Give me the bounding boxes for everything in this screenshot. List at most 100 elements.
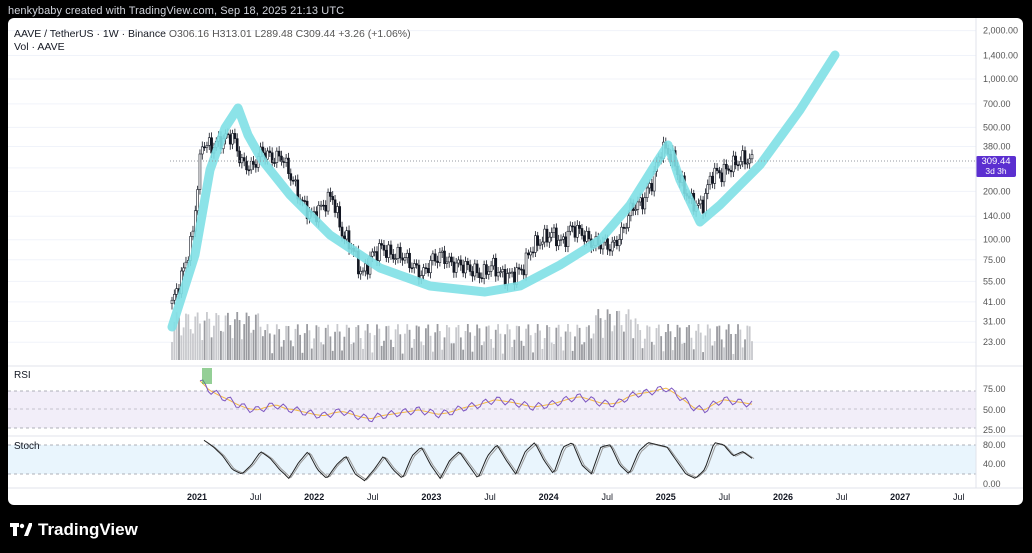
- candle-body: [457, 259, 460, 264]
- volume-bar: [399, 334, 402, 360]
- volume-bar: [671, 350, 674, 360]
- volume-bar: [194, 316, 197, 360]
- volume-bar: [245, 312, 248, 360]
- volume-bar: [392, 347, 395, 360]
- volume-bar: [706, 324, 709, 360]
- symbol-title[interactable]: AAVE / TetherUS · 1W · Binance: [14, 28, 166, 40]
- candle-body: [466, 261, 470, 266]
- volume-bar: [592, 333, 595, 360]
- candle-body: [722, 163, 726, 183]
- candle-body: [200, 146, 204, 155]
- volume-bar: [233, 319, 236, 360]
- volume-bar: [217, 315, 220, 360]
- volume-bar: [595, 315, 597, 360]
- volume-bar: [685, 327, 688, 360]
- candle-body: [249, 160, 253, 171]
- chart-svg[interactable]: 2,000.00 1,400.00 1,000.00 700.00 500.00 380.…: [0, 0, 1032, 553]
- rsi-tick-75: 75.00: [983, 384, 1006, 394]
- volume-bar: [480, 345, 483, 360]
- volume-bar: [364, 330, 367, 360]
- volume-bar: [459, 337, 462, 360]
- volume-bar: [394, 329, 397, 360]
- candle-body: [482, 264, 486, 279]
- price-tick: 140.00: [983, 211, 1011, 221]
- volume-bar: [338, 331, 341, 360]
- candle-body: [459, 259, 463, 266]
- volume-bar: [273, 334, 276, 360]
- volume-bar: [650, 341, 653, 360]
- stoch-label: Stoch: [14, 441, 40, 452]
- volume-bar: [643, 338, 646, 360]
- volume-bar: [578, 327, 581, 360]
- volume-bar: [404, 333, 406, 360]
- candle-body: [303, 200, 307, 202]
- candle-body: [245, 160, 248, 171]
- candle-body: [277, 150, 281, 157]
- candle-body: [373, 251, 376, 253]
- candle-body: [739, 161, 742, 166]
- volume-bar: [383, 340, 385, 360]
- volume-bar: [203, 320, 206, 360]
- volume-bar: [508, 329, 511, 360]
- high-value: 313.01: [219, 28, 252, 40]
- volume-bar: [515, 325, 518, 360]
- stoch-tick-40: 40.00: [983, 459, 1006, 469]
- candle-body: [452, 261, 456, 273]
- volume-bar: [271, 353, 274, 360]
- volume-bar: [622, 331, 625, 360]
- volume-legend[interactable]: Vol · AAVE: [14, 41, 411, 54]
- volume-bar: [185, 313, 187, 360]
- volume-bar: [615, 311, 618, 360]
- volume-bar: [385, 326, 388, 360]
- candle-body: [585, 230, 588, 242]
- volume-bar: [366, 324, 369, 360]
- candle-body: [536, 235, 540, 246]
- volume-bar: [196, 312, 199, 360]
- open-label: O: [168, 28, 178, 40]
- candle-body: [340, 226, 344, 237]
- price-tick: 500.00: [983, 122, 1011, 132]
- candle-body: [380, 243, 383, 246]
- volume-bar: [313, 338, 315, 360]
- candle-body: [436, 260, 439, 263]
- candle-body: [475, 263, 479, 274]
- volume-bar: [567, 324, 569, 360]
- volume-bar: [369, 332, 371, 360]
- volume-bar: [462, 349, 465, 360]
- volume-bar: [266, 324, 269, 360]
- volume-bar: [334, 331, 336, 360]
- candle-body: [522, 269, 526, 276]
- candle-body: [447, 256, 451, 263]
- volume-bar: [534, 332, 537, 360]
- volume-bar: [539, 330, 541, 360]
- candle-body: [478, 272, 481, 279]
- candle-body: [569, 225, 572, 232]
- price-tick: 1,400.00: [983, 51, 1018, 61]
- volume-bar: [243, 324, 246, 360]
- volume-bar: [720, 339, 723, 360]
- candle-body: [191, 230, 195, 237]
- volume-bar: [303, 333, 306, 360]
- volume-bar: [473, 335, 476, 360]
- candle-body: [732, 155, 735, 173]
- candle-body: [268, 150, 272, 154]
- volume-bar: [657, 324, 660, 360]
- volume-bar: [308, 330, 311, 360]
- volume-bar: [359, 338, 362, 360]
- volume-bar: [699, 332, 702, 360]
- volume-bar: [259, 326, 262, 360]
- volume-bar: [292, 346, 295, 360]
- candle-body: [517, 267, 521, 270]
- candle-body: [506, 273, 509, 286]
- volume-bar: [380, 345, 383, 360]
- candle-body: [468, 264, 472, 272]
- candle-body: [415, 263, 418, 266]
- candle-body: [541, 241, 544, 245]
- time-tick: 2027: [890, 492, 910, 502]
- tradingview-logo[interactable]: TradingView: [10, 520, 138, 540]
- volume-bar: [355, 326, 357, 360]
- volume-bar: [376, 324, 378, 360]
- volume-bar: [187, 314, 190, 360]
- time-tick: 2025: [656, 492, 676, 502]
- price-tick: 41.00: [983, 297, 1006, 307]
